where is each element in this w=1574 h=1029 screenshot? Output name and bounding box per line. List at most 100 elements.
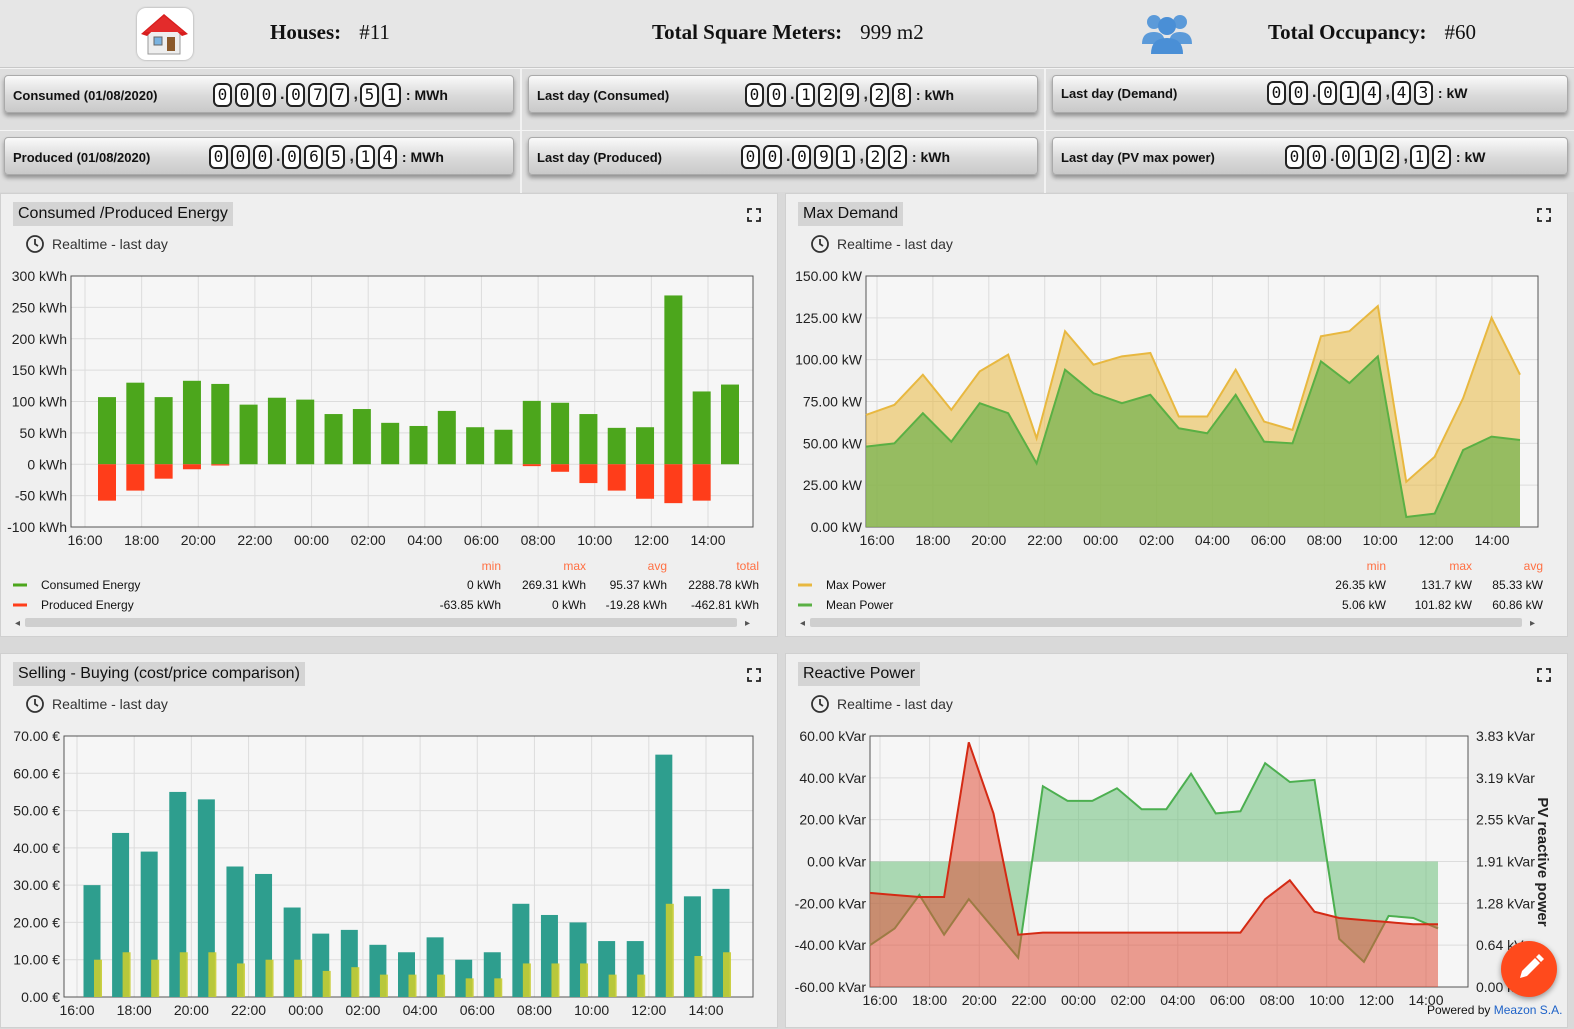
x-tick-label: 12:00 (1419, 532, 1454, 548)
bar-price (551, 963, 560, 997)
x-tick-label: 18:00 (117, 1002, 152, 1018)
y-tick-label: -50 kWh (15, 488, 67, 504)
odometer-digit: 0 (745, 83, 764, 107)
odometer-digit: 0 (741, 145, 760, 169)
odometer-digit: 1 (836, 145, 856, 169)
bar-consumed (437, 410, 456, 465)
y-tick-label: 20.00 kVar (799, 812, 866, 828)
bar-consumed (466, 427, 485, 465)
stats-value: 269.31 kWh (522, 578, 586, 592)
bar-produced (126, 464, 145, 491)
digit-separator: . (280, 86, 285, 103)
x-tick-label: 12:00 (631, 1002, 666, 1018)
bar-price (379, 974, 388, 997)
odometer-digit: 5 (359, 83, 379, 107)
x-tick-label: 22:00 (1011, 992, 1046, 1008)
odometer-digit: 5 (326, 145, 346, 169)
x-tick-label: 14:00 (690, 532, 725, 548)
stats-header: min (1367, 559, 1386, 573)
counter-unit: : kW (1455, 149, 1486, 165)
x-tick-label: 20:00 (962, 992, 997, 1008)
bar-produced (579, 464, 598, 484)
y-right-tick-label: 3.19 kVar (1476, 770, 1535, 786)
odometer-digit: 4 (1362, 81, 1382, 105)
odometer: 000.065,14: MWh (209, 144, 444, 170)
y-right-tick-label: 3.83 kVar (1476, 728, 1535, 744)
bar-price (665, 903, 674, 997)
bar-produced (607, 464, 626, 491)
bar-price (351, 967, 360, 997)
panel-consumed-produced: Consumed /Produced Energy Realtime - las… (0, 193, 778, 637)
odometer-digit: 2 (818, 83, 838, 107)
stats-value: 0 kWh (552, 598, 586, 612)
bar-consumed (579, 414, 598, 465)
odometer: 00.014,43: kW (1267, 80, 1467, 106)
y-tick-label: -60.00 kVar (795, 979, 867, 995)
counter-unit: : MWh (401, 149, 444, 165)
odometer-digit: 4 (1391, 81, 1411, 105)
counter-lastday-produced: Last day (Produced) 0 0. 0 9 1, 2 2: kWh (524, 131, 1046, 193)
bar-produced (664, 464, 683, 504)
odometer-digit: 9 (840, 83, 860, 107)
bar-consumed (126, 382, 145, 465)
top-summary-bar: Houses: #11 Total Square Meters: 999 m2 To… (0, 0, 1574, 68)
bar-price (465, 978, 474, 997)
x-tick-label: 22:00 (1027, 532, 1062, 548)
counter-consumed: Consumed (01/08/2020) 0 0 0. 0 7 7, 5 1: MWh (0, 69, 522, 131)
odometer-digit: 0 (1289, 81, 1308, 105)
x-tick-label: 04:00 (403, 1002, 438, 1018)
y-tick-label: 0 kWh (27, 456, 67, 472)
x-tick-label: 06:00 (464, 532, 499, 548)
odometer-digit: 0 (792, 145, 812, 169)
odometer-digit: 0 (1318, 81, 1338, 105)
bar-price (522, 963, 531, 997)
x-tick-label: 00:00 (1083, 532, 1118, 548)
edit-button[interactable] (1501, 941, 1557, 997)
counter-lastday-demand: Last day (Demand) 0 0. 0 1 4, 4 3: kW (1048, 69, 1574, 131)
odometer: 00.091,22: kWh (741, 144, 950, 170)
digit-separator: , (353, 86, 358, 103)
y-tick-label: 0.00 € (21, 989, 60, 1005)
odometer-digit: 1 (381, 83, 401, 107)
digit-separator: . (786, 148, 791, 165)
legend-label: Max Power (826, 578, 886, 592)
odometer-digit: 0 (213, 83, 232, 107)
odometer-digit: 1 (1409, 145, 1429, 169)
scroll-right-icon: ▸ (745, 618, 750, 629)
odometer-digit: 0 (767, 83, 786, 107)
scroll-left-icon: ◂ (800, 618, 805, 629)
odometer-digit: 0 (282, 145, 302, 169)
x-tick-label: 06:00 (1210, 992, 1245, 1008)
stats-header: min (482, 559, 501, 573)
bar-price (608, 974, 617, 997)
digit-separator: , (1385, 84, 1390, 101)
digit-separator: , (349, 148, 354, 165)
bar-consumed (607, 427, 626, 465)
x-tick-label: 08:00 (1307, 532, 1342, 548)
y-tick-label: 60.00 kVar (799, 728, 866, 744)
digit-separator: , (863, 86, 868, 103)
stats-value: 131.7 kW (1421, 578, 1472, 592)
y-tick-label: 100.00 kW (795, 352, 863, 368)
bar-consumed (324, 414, 343, 465)
x-tick-label: 18:00 (124, 532, 159, 548)
x-tick-label: 06:00 (1251, 532, 1286, 548)
y-tick-label: -20.00 kVar (795, 895, 867, 911)
houses-summary: Houses: #11 (270, 20, 390, 44)
counter-unit: : kW (1437, 85, 1468, 101)
y-right-tick-label: 1.28 kVar (1476, 895, 1535, 911)
y-tick-label: 40.00 kVar (799, 770, 866, 786)
y-tick-label: -100 kWh (7, 519, 67, 535)
digit-separator: , (1403, 148, 1408, 165)
odometer-digit: 2 (887, 145, 907, 169)
odometer-digit: 0 (1285, 145, 1304, 169)
bar-produced (636, 464, 655, 499)
bar-consumed (211, 383, 230, 465)
odometer-digit: 0 (257, 83, 276, 107)
bar-price (294, 959, 303, 997)
brand-link[interactable]: Meazon S.A. (1494, 1003, 1563, 1017)
y-tick-label: 100 kWh (12, 394, 67, 410)
bar-consumed (664, 295, 683, 465)
x-tick-label: 14:00 (1474, 532, 1509, 548)
bar-consumed (98, 397, 116, 465)
